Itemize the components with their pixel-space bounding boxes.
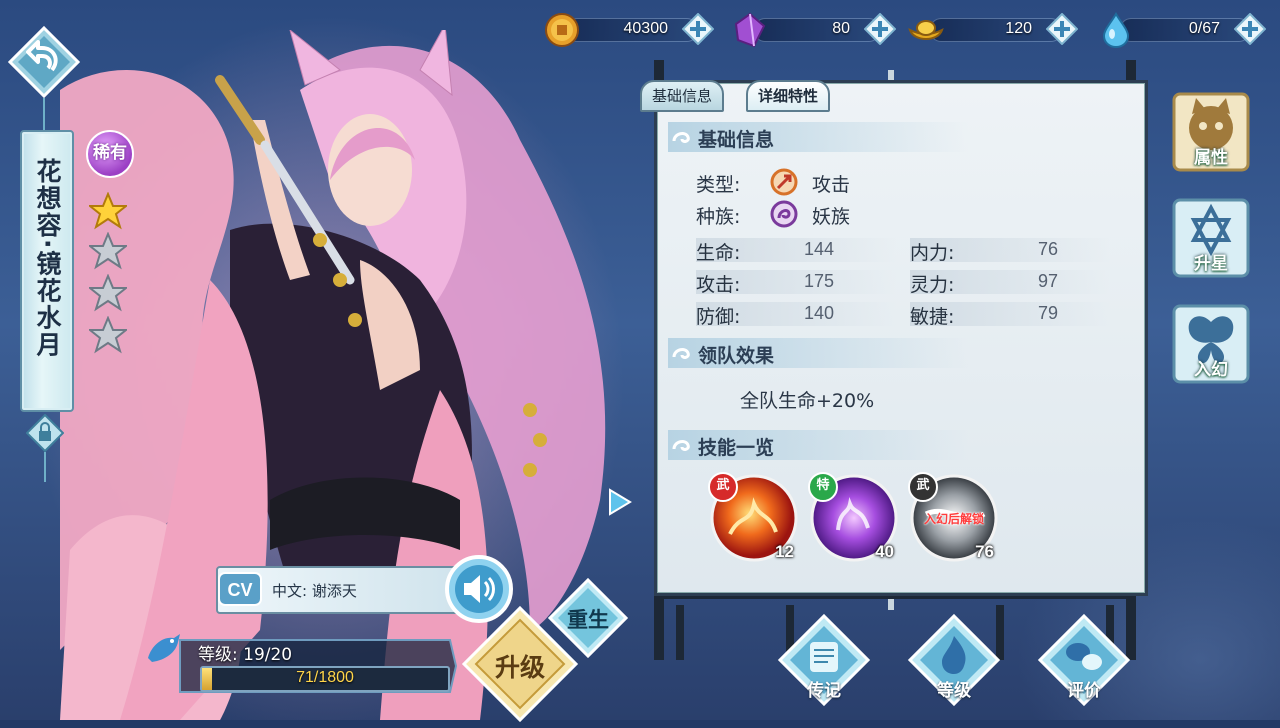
review-button[interactable]: 评价: [1036, 612, 1132, 708]
resource-crystal: 80: [732, 12, 896, 48]
section-title: 技能一览: [698, 437, 775, 459]
star-up-button[interactable]: 升星: [1170, 196, 1252, 280]
skill-type-badge: 特: [808, 472, 838, 502]
stat-label: 生命:: [696, 242, 741, 264]
section-title: 基础信息: [698, 129, 775, 151]
cloud-swirl-icon: [672, 348, 690, 359]
skill-spirit[interactable]: 特 40: [808, 472, 898, 562]
xp-text: 71/1800: [296, 669, 354, 686]
skill-level: 40: [875, 542, 894, 561]
star-up-label: 升星: [1194, 254, 1228, 274]
hanging-cord: [44, 452, 46, 482]
section-skills: 技能一览: [668, 430, 968, 460]
star-empty-icon: [89, 232, 127, 270]
race-label: 种族:: [696, 206, 741, 228]
resource-value: 120: [1005, 20, 1032, 37]
type-label: 类型:: [696, 174, 741, 196]
resource-value: 80: [832, 20, 850, 37]
rebirth-button[interactable]: 重生: [547, 577, 629, 659]
add-water-button[interactable]: [1234, 13, 1266, 45]
stat-hp: 生命: 144: [696, 238, 896, 264]
type-value: 攻击: [812, 174, 851, 196]
cloud-swirl-icon: [672, 440, 690, 451]
rarity-badge: 稀有: [86, 130, 134, 178]
stat-value: 175: [804, 271, 835, 291]
skill-level: 76: [975, 542, 994, 561]
stat-label: 敏捷:: [910, 306, 955, 328]
skill-level: 12: [775, 542, 794, 561]
demon-race-icon: [770, 200, 798, 228]
purple-crystal-icon: [734, 12, 766, 48]
leader-effect-text: 全队生命+20%: [740, 390, 875, 412]
stat-label: 内力:: [910, 242, 955, 264]
resource-track: [930, 18, 1062, 42]
gold-coin-icon: [545, 13, 579, 47]
hanging-cord: [43, 98, 45, 130]
section-title: 领队效果: [698, 345, 775, 367]
resource-water: 0/67: [1098, 12, 1266, 48]
character-name-scroll: 花想容·镜花水月: [20, 130, 74, 412]
biography-label: 传记: [807, 681, 841, 701]
expand-arrow-icon[interactable]: [606, 488, 632, 516]
character-name: 花想容·镜花水月: [33, 158, 62, 359]
grade-label: 等级: [937, 681, 971, 701]
add-gold-button[interactable]: [682, 13, 714, 45]
resource-track: [1120, 18, 1250, 42]
add-crystal-button[interactable]: [864, 13, 896, 45]
resource-ingot: 120: [908, 12, 1078, 46]
resource-gold: 40300: [544, 12, 714, 47]
cv-badge-icon: CV: [218, 572, 262, 606]
skill-type-badge: 武: [708, 472, 738, 502]
rebirth-label: 重生: [567, 608, 609, 632]
resource-value: 40300: [623, 20, 669, 37]
tab-detailed-traits[interactable]: 详细特性: [746, 80, 831, 112]
attack-type-icon: [770, 168, 798, 196]
resource-value: 0/67: [1188, 20, 1220, 37]
tab-basic-info[interactable]: 基础信息: [640, 80, 725, 112]
gold-ingot-icon: [908, 20, 944, 40]
star-filled-icon: [89, 192, 127, 230]
attributes-label: 属性: [1194, 148, 1228, 168]
illusion-label: 入幻: [1194, 360, 1228, 380]
stat-label: 灵力:: [910, 274, 955, 296]
stat-value: 140: [804, 303, 835, 323]
stat-attack: 攻击: 175: [696, 270, 896, 296]
star-empty-icon: [89, 316, 127, 354]
biography-button[interactable]: 传记: [776, 612, 872, 708]
stat-label: 防御:: [696, 306, 741, 328]
stat-spirit: 灵力: 97: [910, 270, 1110, 296]
review-label: 评价: [1067, 681, 1101, 701]
attributes-button[interactable]: 属性: [1170, 90, 1252, 174]
skill-locked[interactable]: 武 入幻后解锁 76: [908, 472, 998, 562]
section-basic-info: 基础信息: [668, 122, 968, 152]
cv-badge-text: CV: [227, 580, 252, 600]
grade-button[interactable]: 等级: [906, 612, 1002, 708]
skill-fire[interactable]: 武 12: [708, 472, 798, 562]
add-ingot-button[interactable]: [1046, 13, 1078, 45]
stat-value: 97: [1038, 271, 1059, 291]
stat-label: 攻击:: [696, 274, 741, 296]
skill-lock-text: 入幻后解锁: [923, 512, 984, 526]
stat-value: 144: [804, 239, 835, 259]
stat-defense: 防御: 140: [696, 302, 896, 328]
xp-bar: 71/1800: [200, 666, 450, 692]
voice-actor-text: 中文: 谢添天: [272, 582, 357, 600]
stat-value: 79: [1038, 303, 1059, 323]
bird-icon: [148, 634, 180, 662]
water-drop-icon: [1102, 12, 1130, 48]
stat-inner-power: 内力: 76: [910, 238, 1110, 264]
resource-track: [754, 18, 880, 42]
stat-agility: 敏捷: 79: [910, 302, 1110, 328]
race-value: 妖族: [812, 206, 851, 228]
section-leader-effect: 领队效果: [668, 338, 968, 368]
cloud-swirl-icon: [672, 132, 690, 143]
level-text: 等级: 19/20: [198, 645, 293, 665]
lock-icon[interactable]: [26, 414, 64, 452]
star-empty-icon: [89, 274, 127, 312]
illusion-button[interactable]: 入幻: [1170, 302, 1252, 386]
skill-type-badge: 武: [908, 472, 938, 502]
stat-value: 76: [1038, 239, 1059, 259]
back-button[interactable]: [8, 26, 80, 98]
